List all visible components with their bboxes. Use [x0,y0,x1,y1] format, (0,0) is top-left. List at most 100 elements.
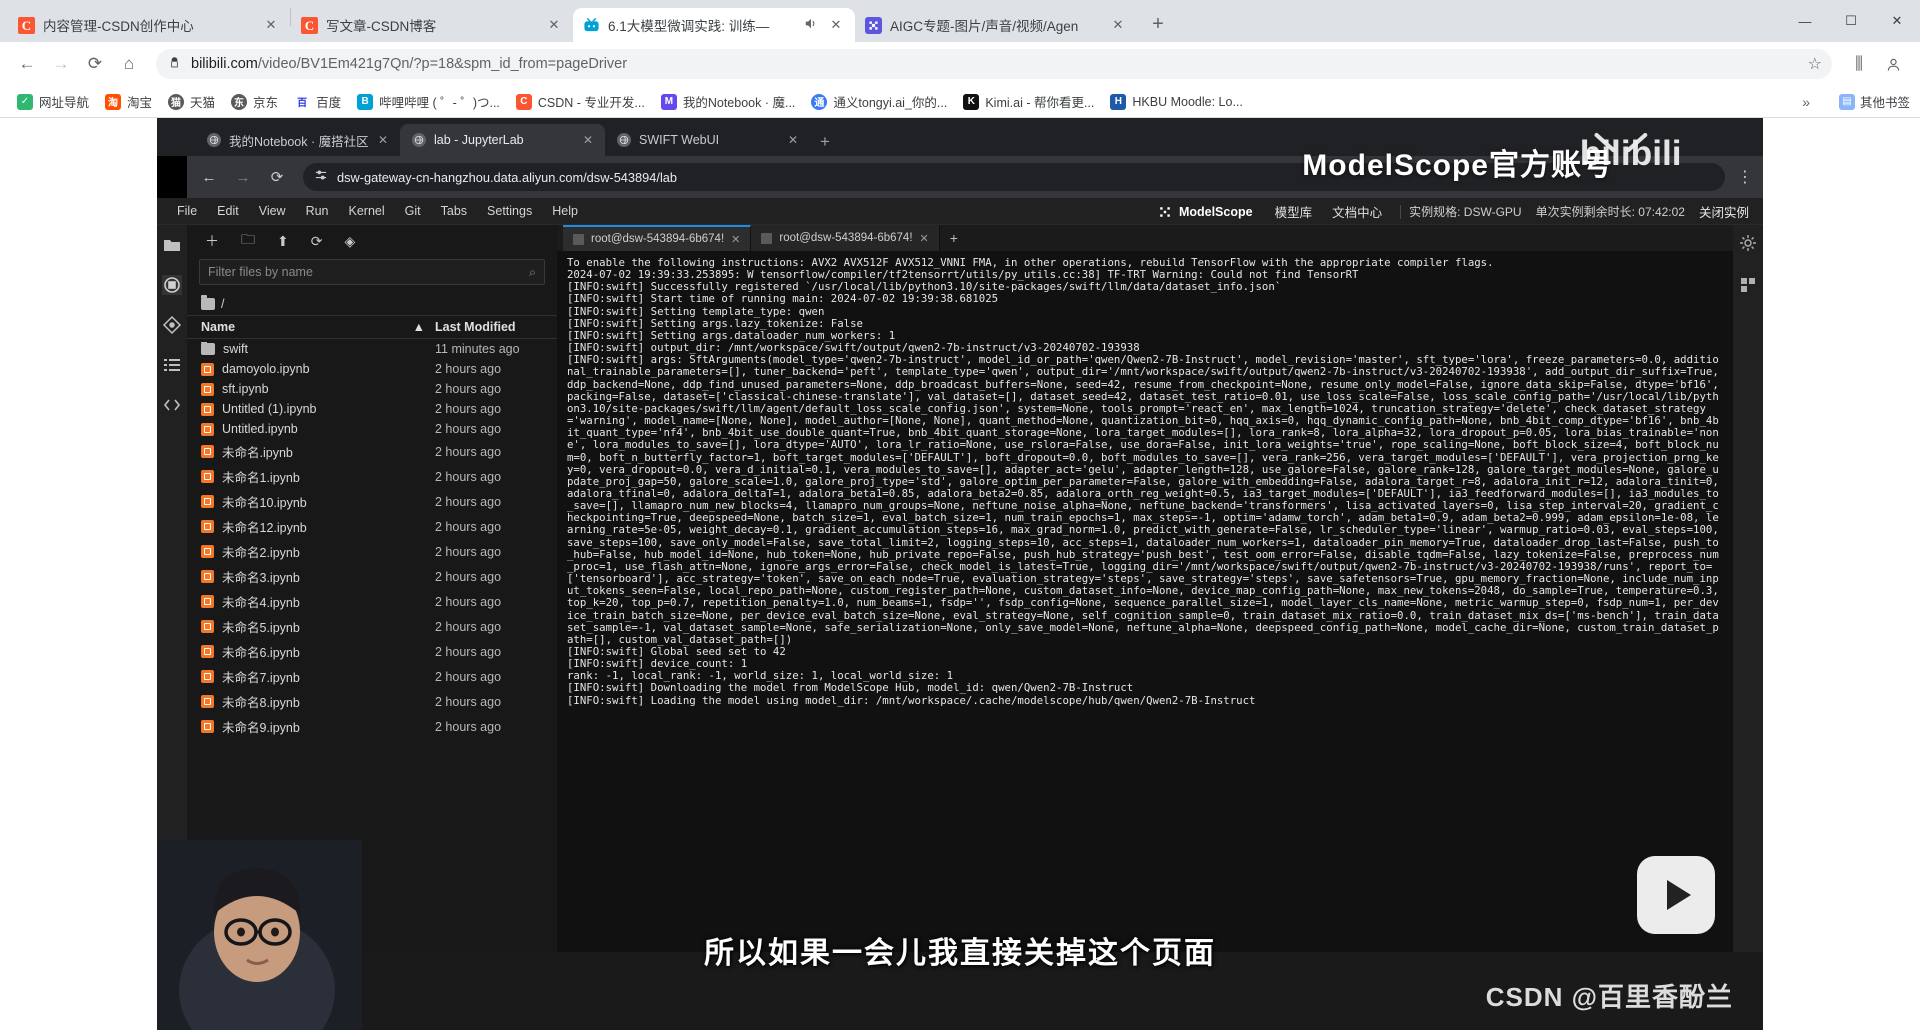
browser-tab-1[interactable]: C 写文章-CSDN博客 ✕ [291,8,573,42]
table-row[interactable]: 未命名2.ipynb 2 hours ago [187,539,557,564]
search-icon[interactable]: ⌕ [529,265,536,280]
forward-button[interactable]: → [46,49,76,79]
folder-icon[interactable] [162,235,182,255]
inner-forward-button[interactable]: → [229,163,257,191]
inner-reload-button[interactable]: ⟳ [263,163,291,191]
bookmark-star-icon[interactable]: ☆ [1808,54,1822,74]
bookmark-item[interactable]: 猫天猫 [161,89,222,114]
menu-help[interactable]: Help [542,198,588,225]
inner-tab-swift-webui[interactable]: SWIFT WebUI ✕ [605,124,810,156]
close-icon[interactable]: ✕ [731,233,740,246]
menu-view[interactable]: View [249,198,296,225]
bookmark-item[interactable]: M 我的Notebook · 魔... [654,89,803,114]
play-button[interactable] [1637,856,1715,934]
table-row[interactable]: swift 11 minutes ago [187,339,557,359]
back-button[interactable]: ← [12,49,42,79]
menu-file[interactable]: File [167,198,207,225]
table-row[interactable]: 未命名7.ipynb 2 hours ago [187,664,557,689]
table-row[interactable]: 未命名.ipynb 2 hours ago [187,439,557,464]
table-row[interactable]: Untitled (1).ipynb 2 hours ago [187,399,557,419]
bookmark-item[interactable]: ✓ 网址导航 [10,89,96,114]
new-folder-icon[interactable]: 🗀 [241,229,255,253]
terminal-output[interactable]: To enable the following instructions: AV… [557,251,1733,952]
record-stop-icon[interactable] [162,275,182,295]
table-row[interactable]: 未命名4.ipynb 2 hours ago [187,589,557,614]
close-instance-button[interactable]: 关闭实例 [1699,202,1763,221]
browser-tab-0[interactable]: C 内容管理-CSDN创作中心 ✕ [8,8,290,42]
bookmark-item[interactable]: 东京东 [224,89,285,114]
close-window-button[interactable]: ✕ [1874,0,1920,42]
file-filter-input[interactable]: Filter files by name ⌕ [199,259,545,285]
table-row[interactable]: 未命名5.ipynb 2 hours ago [187,614,557,639]
tab-close-icon[interactable]: ✕ [262,16,280,34]
other-bookmarks-button[interactable]: ▤ 其他书签 [1838,92,1910,111]
close-icon[interactable]: ✕ [583,133,593,147]
menu-git[interactable]: Git [395,198,431,225]
menu-run[interactable]: Run [296,198,339,225]
address-bar[interactable]: bilibili.com/video/BV1Em421g7Qn/?p=18&sp… [156,49,1832,79]
bookmarks-overflow-button[interactable]: » [1802,94,1810,110]
split-view-icon[interactable]: ⫼ [1844,49,1874,79]
modelscope-link-docs[interactable]: 文档中心 [1322,202,1392,221]
table-row[interactable]: 未命名8.ipynb 2 hours ago [187,689,557,714]
bookmark-item[interactable]: C CSDN - 专业开发... [509,89,652,114]
bookmark-item[interactable]: H HKBU Moodle: Lo... [1103,91,1249,113]
menu-kernel[interactable]: Kernel [339,198,395,225]
reload-button[interactable]: ⟳ [80,49,110,79]
bookmark-item[interactable]: 淘淘宝 [98,89,159,114]
table-row[interactable]: 未命名1.ipynb 2 hours ago [187,464,557,489]
close-icon[interactable]: ✕ [378,133,388,147]
bookmark-item[interactable]: 百百度 [287,89,348,114]
inner-new-tab-button[interactable]: + [820,132,830,152]
code-icon[interactable] [162,395,182,415]
browser-tab-3[interactable]: AIGC专题-图片/声音/视频/Agen ✕ [855,8,1137,42]
table-row[interactable]: Untitled.ipynb 2 hours ago [187,419,557,439]
kebab-menu-icon[interactable]: ⋮ [1737,167,1753,187]
menu-tabs[interactable]: Tabs [431,198,477,225]
breadcrumb[interactable]: / [187,293,557,315]
new-tab-button[interactable]: + [1143,9,1173,39]
bookmark-item[interactable]: K Kimi.ai - 帮你看更... [956,89,1101,114]
audio-playing-icon[interactable] [803,16,819,34]
column-header-name[interactable]: Name ▲ [201,320,435,334]
bookmark-item[interactable]: B 哔哩哔哩 ( ゜- ゜)つ... [350,89,507,114]
table-row[interactable]: 未命名9.ipynb 2 hours ago [187,714,557,739]
browser-tab-2[interactable]: 6.1大模型微调实践: 训练— ✕ [573,8,855,42]
profile-avatar-icon[interactable] [1878,49,1908,79]
terminal-tab-1[interactable]: root@dsw-543894-6b674! ✕ [751,225,940,251]
menu-settings[interactable]: Settings [477,198,542,225]
upload-icon[interactable]: ⬆ [277,233,289,250]
table-row[interactable]: damoyolo.ipynb 2 hours ago [187,359,557,379]
inner-back-button[interactable]: ← [195,163,223,191]
table-row[interactable]: 未命名6.ipynb 2 hours ago [187,639,557,664]
git-clone-icon[interactable]: ◈ [344,233,355,250]
plus-icon[interactable]: ＋ [205,231,219,251]
bookmark-item[interactable]: 通通义tongyi.ai_你的... [804,89,954,114]
video-player[interactable]: 我的Notebook · 魔搭社区 ✕ lab - JupyterLab ✕ S… [157,118,1763,1030]
maximize-button[interactable]: ☐ [1828,0,1874,42]
close-icon[interactable]: ✕ [920,232,929,245]
table-row[interactable]: 未命名3.ipynb 2 hours ago [187,564,557,589]
settings-icon[interactable] [1738,233,1758,253]
tune-icon[interactable] [315,168,327,186]
terminal-tab-0[interactable]: root@dsw-543894-6b674! ✕ [563,225,752,251]
inner-tab-jupyterlab[interactable]: lab - JupyterLab ✕ [400,124,605,156]
git-icon[interactable] [162,315,182,335]
modelscope-link-models[interactable]: 模型库 [1265,202,1323,221]
column-header-modified[interactable]: Last Modified [435,320,543,334]
inner-tab-notebook[interactable]: 我的Notebook · 魔搭社区 ✕ [195,124,400,156]
tab-close-icon[interactable]: ✕ [545,16,563,34]
table-row[interactable]: 未命名10.ipynb 2 hours ago [187,489,557,514]
home-button[interactable]: ⌂ [114,49,144,79]
table-row[interactable]: 未命名12.ipynb 2 hours ago [187,514,557,539]
refresh-icon[interactable]: ⟳ [311,233,323,250]
table-row[interactable]: sft.ipynb 2 hours ago [187,379,557,399]
menu-edit[interactable]: Edit [207,198,249,225]
close-icon[interactable]: ✕ [788,133,798,147]
tab-close-icon[interactable]: ✕ [1109,16,1127,34]
tab-close-icon[interactable]: ✕ [827,16,845,34]
extension-icon[interactable] [1738,275,1758,295]
minimize-button[interactable]: — [1782,0,1828,42]
add-terminal-tab-button[interactable]: + [940,225,968,251]
list-icon[interactable] [162,355,182,375]
